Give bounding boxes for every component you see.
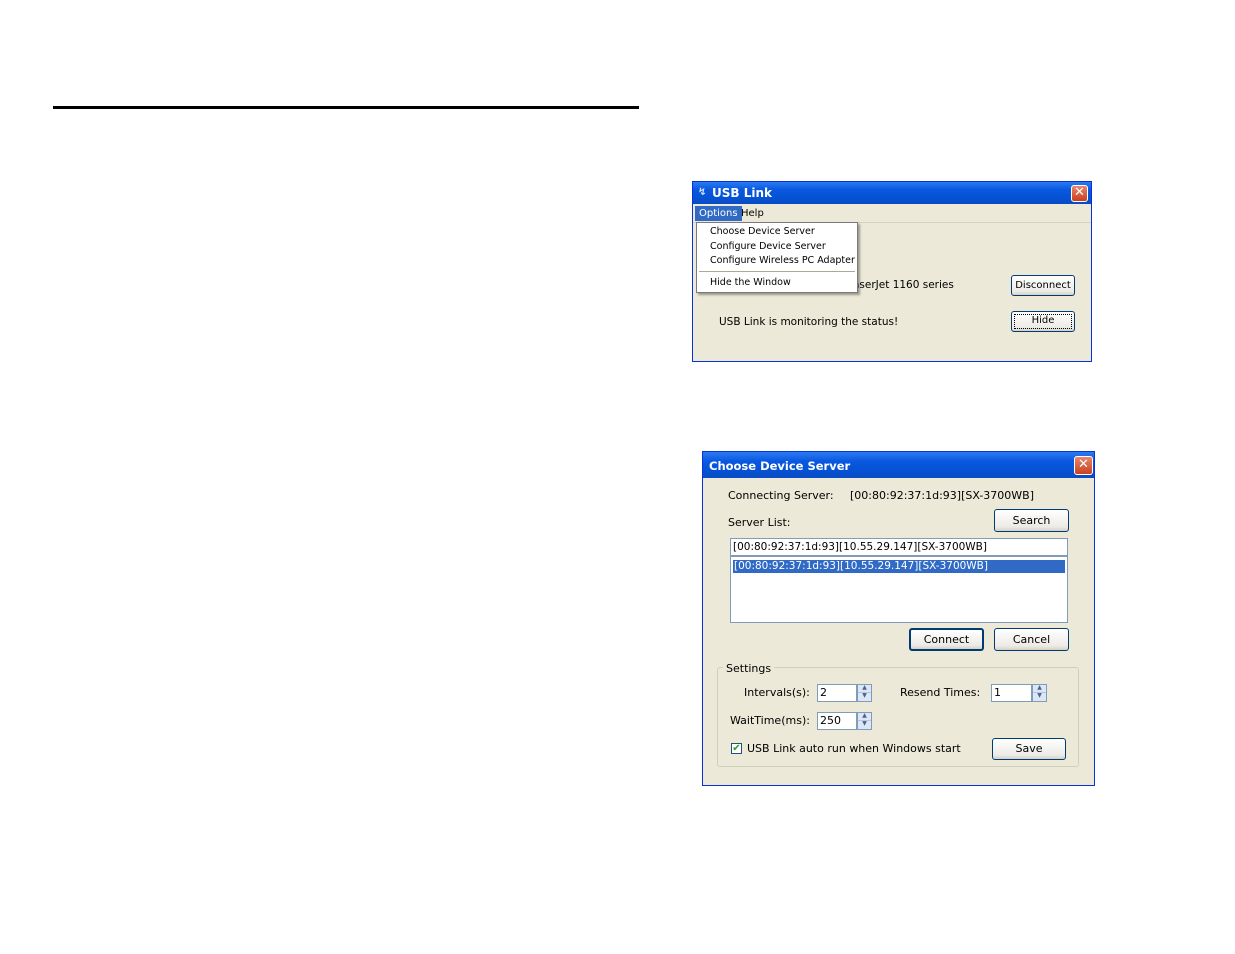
- menu-help[interactable]: Help: [737, 206, 768, 221]
- menu-options[interactable]: Options: [695, 206, 742, 221]
- connect-button[interactable]: Connect: [909, 628, 984, 651]
- resend-times-input[interactable]: 1: [991, 684, 1032, 702]
- checkmark-icon: ✔: [732, 743, 741, 754]
- intervals-input[interactable]: 2: [817, 684, 857, 702]
- spin-down-icon[interactable]: ▼: [1033, 693, 1046, 701]
- spin-down-icon[interactable]: ▼: [858, 693, 871, 701]
- server-listbox[interactable]: [00:80:92:37:1d:93][10.55.29.147][SX-370…: [730, 556, 1068, 623]
- intervals-label: Intervals(s):: [744, 686, 810, 699]
- options-dropdown-menu: Choose Device Server Configure Device Se…: [696, 222, 858, 293]
- connecting-server-value: [00:80:92:37:1d:93][SX-3700WB]: [850, 489, 1035, 502]
- menu-item-choose-device-server[interactable]: Choose Device Server: [710, 226, 815, 237]
- status-text: USB Link is monitoring the status!: [719, 316, 899, 328]
- autorun-checkbox[interactable]: ✔: [731, 743, 742, 754]
- usb-link-window: ↯ USB Link ✕ Options Help aserJet 1160 s…: [692, 181, 1092, 362]
- menu-bar: Options Help: [693, 204, 1091, 223]
- connecting-server-label: Connecting Server:: [728, 489, 834, 502]
- cancel-button[interactable]: Cancel: [994, 628, 1069, 651]
- usb-link-title: USB Link: [712, 186, 772, 200]
- menu-item-hide-window[interactable]: Hide the Window: [710, 277, 791, 288]
- wait-time-input[interactable]: 250: [817, 712, 857, 730]
- choose-device-server-window: Choose Device Server ✕ Connecting Server…: [702, 451, 1095, 786]
- menu-item-configure-wireless-adapter[interactable]: Configure Wireless PC Adapter: [710, 255, 855, 266]
- disconnect-button[interactable]: Disconnect: [1011, 275, 1075, 296]
- settings-legend: Settings: [723, 662, 775, 675]
- choose-device-server-title: Choose Device Server: [709, 459, 851, 473]
- spin-down-icon[interactable]: ▼: [858, 721, 871, 729]
- selected-server-field[interactable]: [00:80:92:37:1d:93][10.55.29.147][SX-370…: [730, 538, 1068, 556]
- intervals-spinner[interactable]: ▲ ▼: [857, 684, 872, 702]
- usb-link-app-icon: ↯: [698, 187, 707, 198]
- close-icon[interactable]: ✕: [1074, 456, 1093, 475]
- save-button[interactable]: Save: [992, 738, 1066, 760]
- wait-time-spinner[interactable]: ▲ ▼: [857, 712, 872, 730]
- usb-link-titlebar[interactable]: ↯ USB Link ✕: [693, 182, 1091, 204]
- printer-name: aserJet 1160 series: [853, 279, 954, 291]
- autorun-label[interactable]: USB Link auto run when Windows start: [747, 742, 961, 755]
- search-button[interactable]: Search: [994, 509, 1069, 532]
- resend-times-spinner[interactable]: ▲ ▼: [1032, 684, 1047, 702]
- horizontal-rule: [53, 106, 639, 109]
- close-icon[interactable]: ✕: [1071, 185, 1088, 202]
- hide-button[interactable]: Hide: [1011, 311, 1075, 332]
- menu-item-configure-device-server[interactable]: Configure Device Server: [710, 241, 826, 252]
- server-list-row[interactable]: [00:80:92:37:1d:93][10.55.29.147][SX-370…: [733, 560, 1065, 573]
- choose-device-server-titlebar[interactable]: Choose Device Server ✕: [703, 452, 1094, 478]
- server-list-label: Server List:: [728, 516, 791, 529]
- wait-time-label: WaitTime(ms):: [730, 714, 810, 727]
- menu-separator: [699, 271, 855, 272]
- resend-times-label: Resend Times:: [900, 686, 981, 699]
